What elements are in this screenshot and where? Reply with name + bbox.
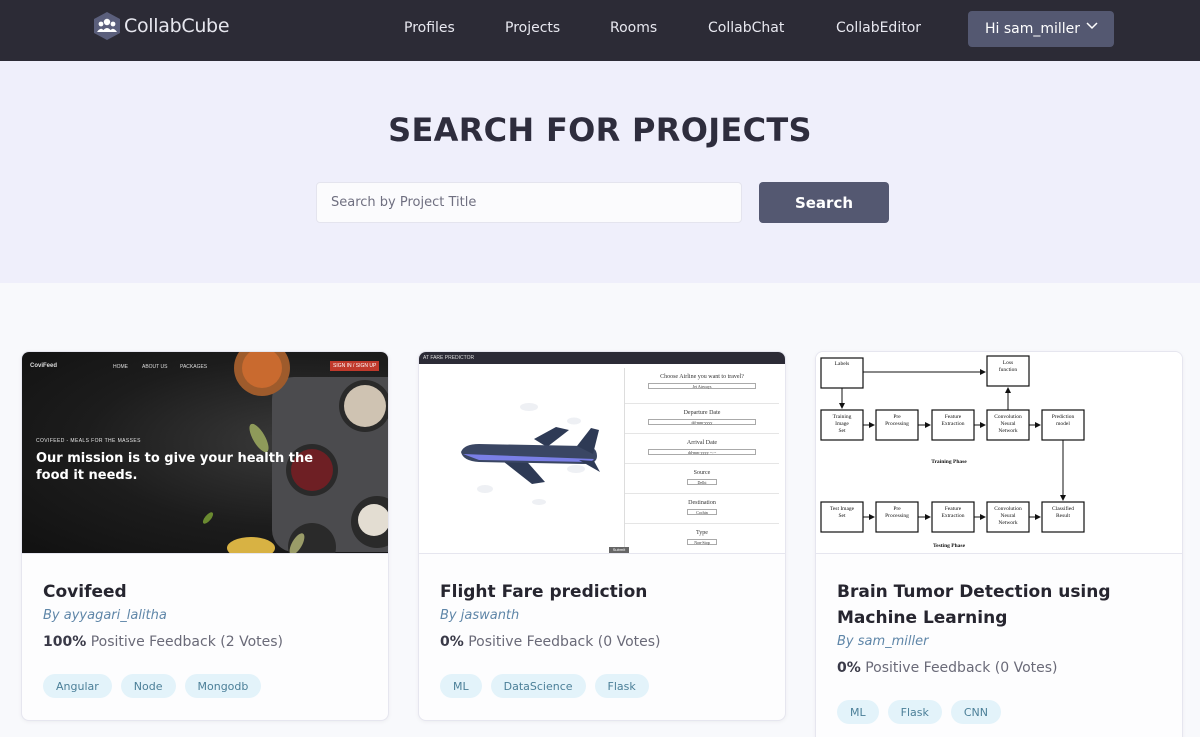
tag-chip[interactable]: Node xyxy=(120,674,176,698)
tag-list: ML DataScience Flask xyxy=(440,674,649,698)
svg-text:Training Phase: Training Phase xyxy=(931,459,967,465)
tag-chip[interactable]: ML xyxy=(440,674,482,698)
project-feedback: 0% Positive Feedback (0 Votes) xyxy=(440,634,661,650)
chevron-down-icon xyxy=(1086,22,1098,30)
thumbnail-app-bar: AT FARE PREDICTOR xyxy=(419,352,785,364)
svg-text:Testing Phase: Testing Phase xyxy=(933,543,966,549)
search-button[interactable]: Search xyxy=(759,182,889,223)
feedback-text: Positive Feedback (0 Votes) xyxy=(860,660,1058,676)
thumbnail-tagline: COVIFEED - MEALS FOR THE MASSES xyxy=(36,438,141,444)
search-input[interactable] xyxy=(316,182,742,223)
nav-link-collabchat[interactable]: CollabChat xyxy=(708,20,784,36)
project-author[interactable]: By sam_miller xyxy=(837,634,929,649)
feedback-percent: 0% xyxy=(837,660,861,676)
project-thumbnail: AT FARE PREDICTOR Choose Airline you wan… xyxy=(419,352,785,554)
project-title[interactable]: Flight Fare prediction xyxy=(440,579,760,605)
svg-text:FeatureExtraction: Feature Extraction xyxy=(942,414,965,427)
svg-text:FeatureExtraction: Feature Extraction xyxy=(942,506,965,519)
thumbnail-diagram: Labels Loss function Training Image Set Pre… xyxy=(816,352,1182,553)
page-title-bold: PROJECTS xyxy=(632,111,812,149)
nav-link-collabeditor[interactable]: CollabEditor xyxy=(836,20,921,36)
tag-list: Angular Node Mongodb xyxy=(43,674,262,698)
feedback-percent: 100% xyxy=(43,634,87,650)
nav-link-rooms[interactable]: Rooms xyxy=(610,20,657,36)
page-title: SEARCH FOR PROJECTS xyxy=(0,111,1200,149)
project-card-brain-tumor[interactable]: Labels Loss function Training Image Set Pre… xyxy=(815,351,1183,737)
project-feedback: 0% Positive Feedback (0 Votes) xyxy=(837,660,1058,676)
airplane-illustration xyxy=(461,403,600,505)
tag-list: ML Flask CNN xyxy=(837,700,1001,724)
project-thumbnail: CoviFeed HOME ABOUT US PACKAGES SIGN IN … xyxy=(22,352,388,554)
project-card-flight-fare[interactable]: AT FARE PREDICTOR Choose Airline you wan… xyxy=(418,351,786,721)
page-title-light: SEARCH FOR xyxy=(388,111,633,149)
project-feedback: 100% Positive Feedback (2 Votes) xyxy=(43,634,283,650)
tag-chip[interactable]: CNN xyxy=(950,700,1001,724)
thumbnail-form: Choose Airline you want to travel? Jet Ai… xyxy=(624,368,779,552)
svg-text:Labels: Labels xyxy=(835,361,850,367)
search-hero xyxy=(0,61,1200,283)
thumbnail-submit: Submit xyxy=(609,547,629,553)
tag-chip[interactable]: Mongodb xyxy=(184,674,262,698)
brand-logo-link[interactable]: CollabCube xyxy=(92,10,230,42)
brand-cube-icon xyxy=(94,12,120,40)
tag-chip[interactable]: Flask xyxy=(594,674,649,698)
feedback-text: Positive Feedback (0 Votes) xyxy=(463,634,661,650)
tag-chip[interactable]: Angular xyxy=(43,674,112,698)
brand-name: CollabCube xyxy=(124,15,230,37)
feedback-percent: 0% xyxy=(440,634,464,650)
user-greeting: Hi sam_miller xyxy=(985,21,1081,37)
project-thumbnail: Labels Loss function Training Image Set Pre… xyxy=(816,352,1182,554)
project-card-covifeed[interactable]: CoviFeed HOME ABOUT US PACKAGES SIGN IN … xyxy=(21,351,389,721)
nav-link-profiles[interactable]: Profiles xyxy=(404,20,455,36)
project-title[interactable]: Covifeed xyxy=(43,579,363,605)
tag-chip[interactable]: Flask xyxy=(887,700,942,724)
project-author[interactable]: By ayyagari_lalitha xyxy=(43,608,167,623)
thumbnail-headline: Our mission is to give your health the f… xyxy=(36,451,314,483)
feedback-text: Positive Feedback (2 Votes) xyxy=(86,634,283,650)
nav-link-projects[interactable]: Projects xyxy=(505,20,560,36)
project-author[interactable]: By jaswanth xyxy=(440,608,519,623)
user-menu-button[interactable]: Hi sam_miller xyxy=(968,11,1114,47)
top-navbar: CollabCube Profiles Projects Rooms Colla… xyxy=(0,0,1200,61)
tag-chip[interactable]: ML xyxy=(837,700,879,724)
tag-chip[interactable]: DataScience xyxy=(490,674,586,698)
project-title[interactable]: Brain Tumor Detection using Machine Lear… xyxy=(837,579,1157,631)
